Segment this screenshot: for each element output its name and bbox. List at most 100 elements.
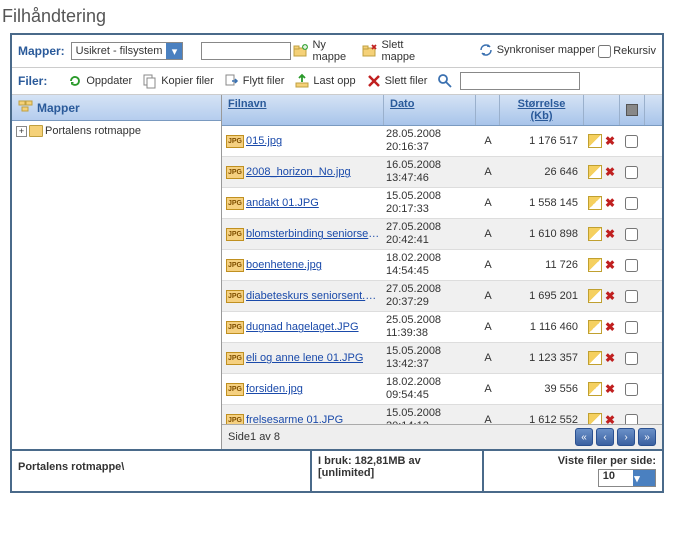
edit-icon[interactable] (588, 258, 602, 272)
edit-icon[interactable] (588, 351, 602, 365)
search-icon (437, 73, 453, 89)
delete-icon[interactable]: ✖ (604, 383, 616, 395)
recursive-checkbox[interactable] (598, 45, 611, 58)
table-row: JPGeli og anne lene 01.JPG15.05.200813:4… (222, 343, 662, 374)
table-row: JPGforsiden.jpg18.02.200809:54:45A39 556… (222, 374, 662, 405)
tree-root-label: Portalens rotmappe (45, 125, 141, 137)
table-row: JPGfrelsesarme 01.JPG15.05.200820:14:12A… (222, 405, 662, 424)
delete-icon[interactable]: ✖ (604, 414, 616, 424)
file-flag: A (476, 383, 500, 395)
tree-header-label: Mapper (37, 101, 80, 115)
file-link[interactable]: dugnad hagelaget.JPG (246, 321, 359, 333)
table-row: JPGboenhetene.jpg18.02.200814:54:45A11 7… (222, 250, 662, 281)
file-link[interactable]: 2008_horizon_No.jpg (246, 166, 351, 178)
usage-info: I bruk: 182,81MB av [unlimited] (312, 451, 484, 491)
delete-icon[interactable]: ✖ (604, 290, 616, 302)
row-checkbox[interactable] (625, 321, 638, 334)
row-checkbox[interactable] (625, 259, 638, 272)
upload-icon (294, 73, 310, 89)
per-page-select[interactable]: 10 ▾ (598, 469, 656, 487)
jpg-icon: JPG (226, 383, 244, 396)
col-date[interactable]: Dato (384, 95, 476, 125)
delete-icon[interactable]: ✖ (604, 135, 616, 147)
chevron-down-icon[interactable]: ▾ (166, 43, 182, 59)
edit-icon[interactable] (588, 320, 602, 334)
file-flag: A (476, 228, 500, 240)
pager-prev[interactable]: ‹ (596, 428, 614, 446)
edit-icon[interactable] (588, 134, 602, 148)
row-checkbox[interactable] (625, 135, 638, 148)
edit-icon[interactable] (588, 165, 602, 179)
grid-header: Filnavn Dato Størrelse (Kb) (222, 95, 662, 126)
file-link[interactable]: diabeteskurs seniorsent.JPG (246, 290, 380, 302)
file-size: 11 726 (500, 259, 584, 271)
sync-folders-button[interactable]: Synkroniser mapper (478, 42, 595, 58)
delete-icon[interactable]: ✖ (604, 352, 616, 364)
table-row: JPGdugnad hagelaget.JPG25.05.200811:39:3… (222, 312, 662, 343)
search-button[interactable] (437, 73, 456, 89)
row-checkbox[interactable] (625, 290, 638, 303)
status-bar: Portalens rotmappe\ I bruk: 182,81MB av … (12, 449, 662, 491)
move-files-button[interactable]: Flytt filer (224, 73, 285, 89)
file-link[interactable]: blomsterbinding seniorsent.JPG (246, 228, 380, 240)
delete-folder-label: Slett mappe (381, 39, 421, 63)
file-link[interactable]: frelsesarme 01.JPG (246, 414, 343, 424)
files-label: Filer: (18, 74, 47, 88)
pager-last[interactable]: » (638, 428, 656, 446)
row-checkbox[interactable] (625, 228, 638, 241)
table-row: JPGdiabeteskurs seniorsent.JPG27.05.2008… (222, 281, 662, 312)
col-select-all[interactable] (620, 95, 645, 125)
delete-icon[interactable]: ✖ (604, 228, 616, 240)
file-flag: A (476, 259, 500, 271)
delete-icon[interactable]: ✖ (604, 197, 616, 209)
row-checkbox[interactable] (625, 414, 638, 424)
delete-icon[interactable]: ✖ (604, 259, 616, 271)
file-link[interactable]: 015.jpg (246, 135, 282, 147)
table-row: JPG2008_horizon_No.jpg16.05.200813:47:46… (222, 157, 662, 188)
edit-icon[interactable] (588, 289, 602, 303)
edit-icon[interactable] (588, 196, 602, 210)
edit-icon[interactable] (588, 227, 602, 241)
sync-icon (478, 42, 494, 58)
file-date: 18.02.200814:54:45 (384, 250, 476, 280)
chevron-down-icon[interactable]: ▾ (633, 470, 655, 486)
new-folder-button[interactable]: Ny mappe (293, 39, 352, 63)
col-size[interactable]: Størrelse (Kb) (500, 95, 584, 125)
file-size: 39 556 (500, 383, 584, 395)
file-size: 1 123 357 (500, 352, 584, 364)
col-flag (476, 95, 500, 125)
file-flag: A (476, 321, 500, 333)
row-checkbox[interactable] (625, 197, 638, 210)
file-link[interactable]: forsiden.jpg (246, 383, 303, 395)
delete-folder-button[interactable]: Slett mappe (362, 39, 421, 63)
folder-select[interactable]: Usikret - filsystem ▾ (71, 42, 184, 60)
edit-icon[interactable] (588, 382, 602, 396)
tree-node-root[interactable]: + Portalens rotmappe (16, 125, 217, 137)
jpg-icon: JPG (226, 414, 244, 424)
row-checkbox[interactable] (625, 166, 638, 179)
file-link[interactable]: boenhetene.jpg (246, 259, 322, 271)
copy-files-button[interactable]: Kopier filer (142, 73, 214, 89)
search-input[interactable] (460, 72, 580, 90)
row-checkbox[interactable] (625, 352, 638, 365)
edit-icon[interactable] (588, 413, 602, 424)
file-size: 1 176 517 (500, 135, 584, 147)
pager-next[interactable]: › (617, 428, 635, 446)
per-page-label: Viste filer per side: (490, 455, 656, 467)
pager-first[interactable]: « (575, 428, 593, 446)
expand-icon[interactable]: + (16, 126, 27, 137)
upload-button[interactable]: Last opp (294, 73, 355, 89)
refresh-button[interactable]: Oppdater (67, 73, 132, 89)
col-actions (584, 95, 620, 125)
file-link[interactable]: andakt 01.JPG (246, 197, 319, 209)
col-filename[interactable]: Filnavn (222, 95, 384, 125)
jpg-icon: JPG (226, 228, 244, 241)
file-size: 26 646 (500, 166, 584, 178)
delete-files-button[interactable]: Slett filer (366, 73, 428, 89)
row-checkbox[interactable] (625, 383, 638, 396)
delete-icon[interactable]: ✖ (604, 321, 616, 333)
delete-icon[interactable]: ✖ (604, 166, 616, 178)
folders-icon (18, 98, 34, 117)
new-folder-input[interactable] (201, 42, 291, 60)
file-link[interactable]: eli og anne lene 01.JPG (246, 352, 363, 364)
